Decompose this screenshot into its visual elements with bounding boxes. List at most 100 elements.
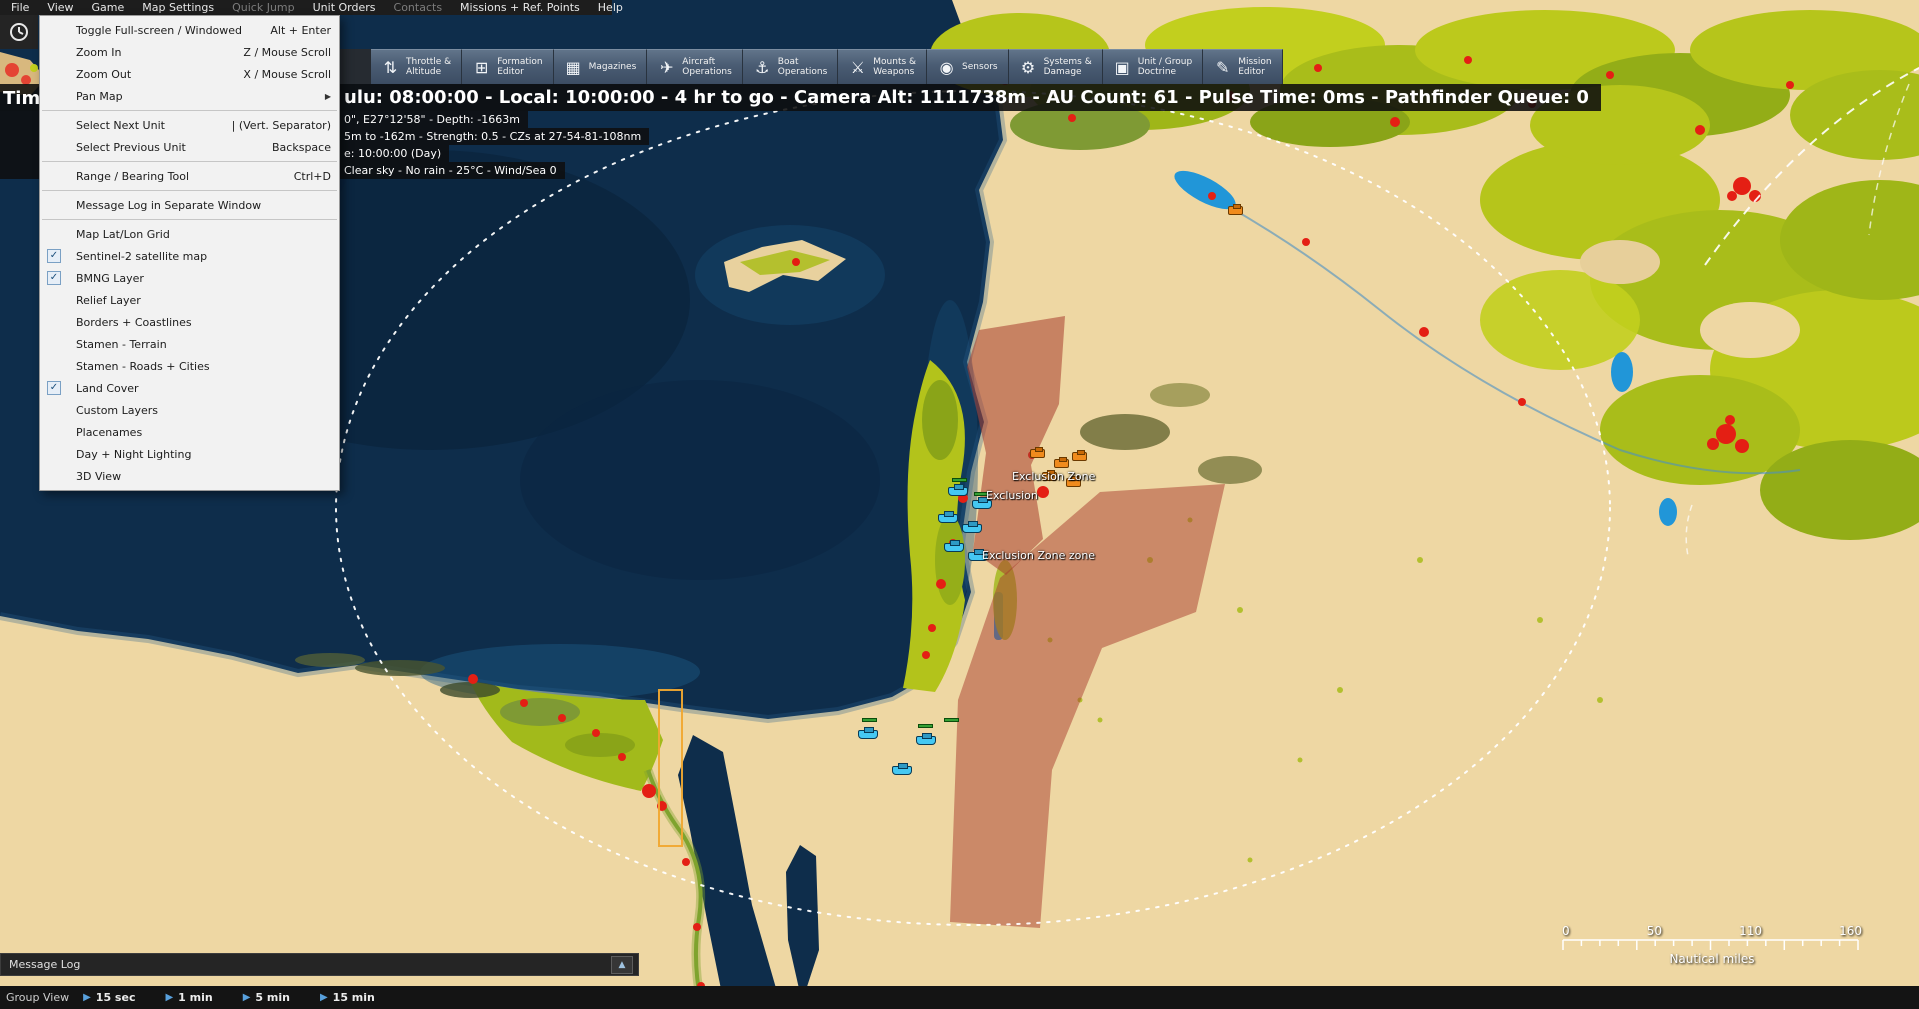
menubar-item-quick-jump[interactable]: Quick Jump: [223, 0, 304, 15]
time-step-15-sec[interactable]: ▶15 sec: [83, 991, 135, 1004]
toolbar-button-aircraft-operations[interactable]: ✈AircraftOperations: [647, 49, 742, 84]
menu-item-label: Message Log in Separate Window: [76, 199, 331, 212]
toolbar-button-label: Throttle &Altitude: [406, 57, 451, 78]
status-line-text: 5m to -162m - Strength: 0.5 - CZs at 27-…: [344, 130, 641, 143]
menu-separator: [42, 110, 337, 111]
menu-item-shortcut: Alt + Enter: [270, 24, 331, 37]
menu-item-shortcut: Backspace: [272, 141, 331, 154]
menubar-item-file[interactable]: File: [2, 0, 38, 15]
toolbar: ⇅Throttle &Altitude⊞FormationEditor ▦ Maga…: [340, 49, 1283, 84]
boat-operations-icon: ⚓: [753, 58, 772, 77]
view-menu-item-borders-coastlines[interactable]: Borders + Coastlines: [40, 311, 339, 333]
menubar-item-contacts[interactable]: Contacts: [385, 0, 452, 15]
menu-item-label: Custom Layers: [76, 404, 331, 417]
group-view-label: Group View: [0, 991, 83, 1004]
view-menu-item-map-lat-lon-grid[interactable]: Map Lat/Lon Grid: [40, 223, 339, 245]
menu-item-label: Placenames: [76, 426, 331, 439]
scale-ruler: [1562, 939, 1860, 951]
unit-group-doctrine-icon: ▣: [1113, 58, 1132, 77]
menu-item-label: Zoom In: [76, 46, 243, 59]
systems-damage-icon: ⚙: [1019, 58, 1038, 77]
menu-item-label: Map Lat/Lon Grid: [76, 228, 331, 241]
toolbar-button-throttle-altitude[interactable]: ⇅Throttle &Altitude: [371, 49, 462, 84]
menu-item-label: Zoom Out: [76, 68, 243, 81]
menu-item-label: BMNG Layer: [76, 272, 331, 285]
toolbar-button-label: BoatOperations: [778, 57, 827, 78]
time-step-15-min[interactable]: ▶15 min: [320, 991, 375, 1004]
toolbar-button-label: Unit / GroupDoctrine: [1138, 57, 1192, 78]
play-icon: ▶: [320, 992, 328, 1003]
menu-item-label: Day + Night Lighting: [76, 448, 331, 461]
menu-separator: [42, 219, 337, 220]
view-menu-item-sentinel-2-satellite-map[interactable]: ✓Sentinel-2 satellite map: [40, 245, 339, 267]
menu-item-shortcut: | (Vert. Separator): [232, 119, 331, 132]
menubar-item-map-settings[interactable]: Map Settings: [133, 0, 223, 15]
menubar-item-help[interactable]: Help: [589, 0, 632, 15]
menubar-item-game[interactable]: Game: [83, 0, 134, 15]
time-step-label: 5 min: [255, 991, 290, 1004]
toolbar-button-label: FormationEditor: [497, 57, 542, 78]
scale-tick-label: 0: [1562, 924, 1570, 938]
view-menu-item-3d-view[interactable]: 3D View: [40, 465, 339, 487]
toolbar-button-formation-editor[interactable]: ⊞FormationEditor: [462, 49, 553, 84]
menu-item-label: Select Next Unit: [76, 119, 232, 132]
view-dropdown-menu: Toggle Full-screen / WindowedAlt + Enter…: [39, 15, 340, 491]
toolbar-button-label: Sensors: [962, 62, 998, 73]
menu-item-label: 3D View: [76, 470, 331, 483]
menu-item-label: Range / Bearing Tool: [76, 170, 294, 183]
application-window: Exclusion ZoneExclusionExclusion Zone zo…: [0, 0, 1919, 1009]
view-menu-item-zoom-in[interactable]: Zoom InZ / Mouse Scroll: [40, 41, 339, 63]
clock-button[interactable]: [0, 15, 38, 49]
view-menu-item-toggle-full-screen-windowed[interactable]: Toggle Full-screen / WindowedAlt + Enter: [40, 19, 339, 41]
view-menu-item-stamen-roads-cities[interactable]: Stamen - Roads + Cities: [40, 355, 339, 377]
menubar-item-view[interactable]: View: [38, 0, 82, 15]
view-menu-item-select-next-unit[interactable]: Select Next Unit| (Vert. Separator): [40, 114, 339, 136]
menu-item-shortcut: Ctrl+D: [294, 170, 331, 183]
view-menu-item-relief-layer[interactable]: Relief Layer: [40, 289, 339, 311]
menu-item-label: Relief Layer: [76, 294, 331, 307]
scale-tick-label: 110: [1739, 924, 1762, 938]
time-step-1-min[interactable]: ▶1 min: [165, 991, 212, 1004]
view-menu-item-select-previous-unit[interactable]: Select Previous UnitBackspace: [40, 136, 339, 158]
menu-item-label: Pan Map: [76, 90, 325, 103]
clock-icon: [9, 22, 29, 42]
view-menu-item-message-log-in-separate-window[interactable]: Message Log in Separate Window: [40, 194, 339, 216]
scale-tick-label: 160: [1839, 924, 1862, 938]
mission-editor-icon: ✎: [1213, 58, 1232, 77]
status-line-text: e: 10:00:00 (Day): [344, 147, 441, 160]
toolbar-button-magazines[interactable]: ▦ Magazines: [554, 49, 648, 84]
checkmark-icon: ✓: [47, 381, 61, 395]
toolbar-button-label: Mounts &Weapons: [873, 57, 916, 78]
play-icon: ▶: [83, 992, 91, 1003]
menubar: FileViewGameMap SettingsQuick JumpUnit O…: [0, 0, 612, 15]
toolbar-button-boat-operations[interactable]: ⚓ BoatOperations: [743, 49, 838, 84]
toolbar-button-sensors[interactable]: ◉Sensors: [927, 49, 1009, 84]
toolbar-button-label: Systems &Damage: [1044, 57, 1092, 78]
toolbar-button-mission-editor[interactable]: ✎MissionEditor: [1203, 49, 1282, 84]
view-menu-item-stamen-terrain[interactable]: Stamen - Terrain: [40, 333, 339, 355]
toolbar-button-systems-damage[interactable]: ⚙ Systems &Damage: [1009, 49, 1103, 84]
menubar-item-missions-ref-points[interactable]: Missions + Ref. Points: [451, 0, 589, 15]
view-menu-item-land-cover[interactable]: ✓Land Cover: [40, 377, 339, 399]
menubar-item-unit-orders[interactable]: Unit Orders: [304, 0, 385, 15]
view-menu-item-range-bearing-tool[interactable]: Range / Bearing ToolCtrl+D: [40, 165, 339, 187]
message-log-expand-button[interactable]: ▲: [611, 956, 633, 974]
toolbar-button-label: Magazines: [589, 62, 637, 73]
play-icon: ▶: [165, 992, 173, 1003]
message-log-label: Message Log: [1, 958, 80, 971]
view-menu-item-zoom-out[interactable]: Zoom OutX / Mouse Scroll: [40, 63, 339, 85]
menu-item-label: Select Previous Unit: [76, 141, 272, 154]
magazines-icon: ▦: [564, 58, 583, 77]
message-log-bar[interactable]: Message Log ▲: [0, 953, 639, 976]
view-menu-item-custom-layers[interactable]: Custom Layers: [40, 399, 339, 421]
time-step-5-min[interactable]: ▶5 min: [243, 991, 290, 1004]
view-menu-item-bmng-layer[interactable]: ✓BMNG Layer: [40, 267, 339, 289]
toolbar-button-mounts-weapons[interactable]: ⚔Mounts &Weapons: [838, 49, 927, 84]
toolbar-button-unit-group-doctrine[interactable]: ▣ Unit / GroupDoctrine: [1103, 49, 1203, 84]
view-menu-item-placenames[interactable]: Placenames: [40, 421, 339, 443]
view-menu-item-day-night-lighting[interactable]: Day + Night Lighting: [40, 443, 339, 465]
status-line-text: Clear sky - No rain - 25°C - Wind/Sea 0: [344, 164, 557, 177]
view-menu-item-pan-map[interactable]: Pan Map▶: [40, 85, 339, 107]
menu-item-label: Stamen - Roads + Cities: [76, 360, 331, 373]
menu-item-label: Toggle Full-screen / Windowed: [76, 24, 270, 37]
